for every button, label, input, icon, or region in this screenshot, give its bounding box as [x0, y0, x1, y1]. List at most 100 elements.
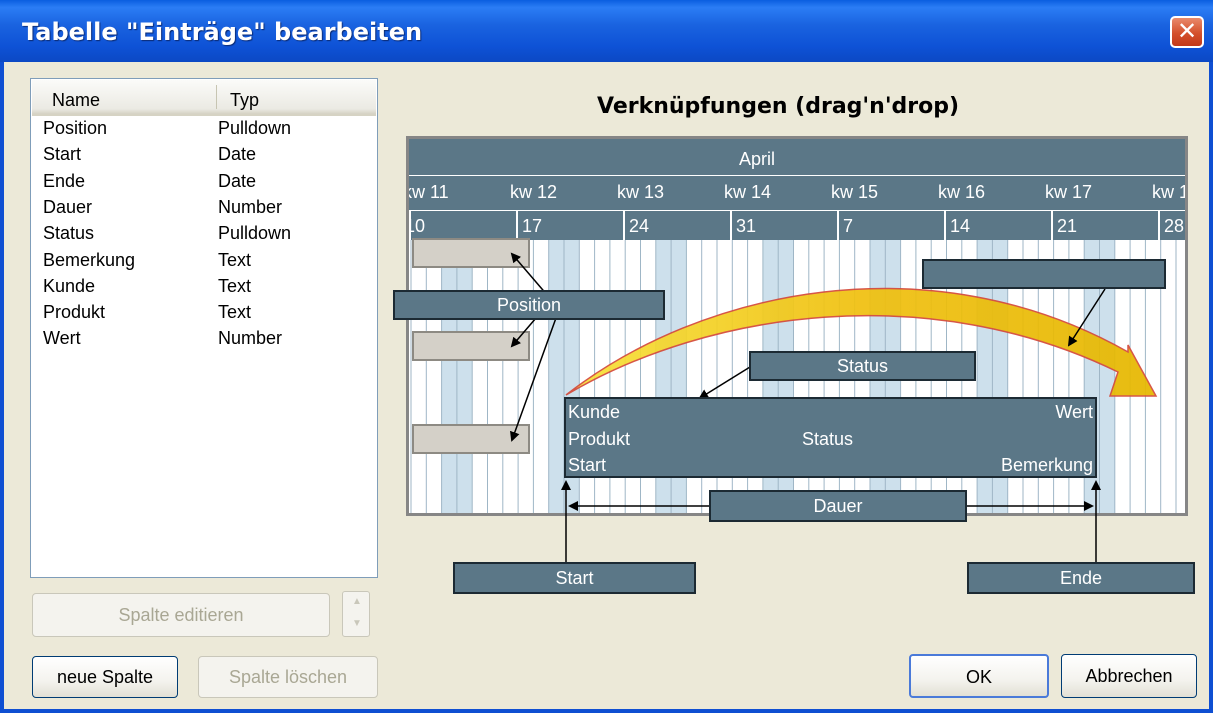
month-label: April	[739, 149, 776, 169]
column-row-position[interactable]: Position Pulldown	[43, 118, 373, 144]
day-tick	[623, 211, 625, 240]
header-name[interactable]: Name	[52, 90, 100, 111]
status-label: Status	[836, 356, 889, 376]
week-label: kw 15	[831, 182, 879, 202]
day-label: 24	[629, 216, 650, 236]
ok-button[interactable]: OK	[909, 654, 1049, 698]
column-row-produkt[interactable]: Produkt Text	[43, 302, 373, 328]
bar-field-status: Status	[802, 429, 854, 449]
day-label: 17	[522, 216, 543, 236]
field-label-start[interactable]: Start	[453, 562, 696, 594]
new-column-button[interactable]: neue Spalte	[32, 656, 178, 698]
week-label: kw 12	[510, 182, 558, 202]
cancel-label: Abbrechen	[1085, 666, 1173, 686]
bar-field-bemerkung: Bemerkung	[1000, 455, 1093, 475]
day-tick	[1158, 211, 1160, 240]
delete-column-label: Spalte löschen	[228, 667, 348, 687]
week-label: kw 11	[406, 182, 449, 202]
diagram-title: Verknüpfungen (drag'n'drop)	[597, 94, 960, 119]
column-row-dauer[interactable]: Dauer Number	[43, 197, 373, 223]
position-label: Position	[496, 295, 562, 315]
day-label: 7	[843, 216, 854, 236]
title-bar[interactable]: Tabelle "Einträge" bearbeiten ✕	[0, 0, 1213, 62]
column-type: Text	[218, 275, 252, 296]
day-label: 14	[950, 216, 971, 236]
window-frame-right	[1209, 62, 1213, 713]
column-name: Kunde	[43, 275, 96, 296]
header-divider[interactable]	[216, 85, 217, 109]
column-row-ende[interactable]: Ende Date	[43, 171, 373, 197]
dauer-label: Dauer	[813, 496, 863, 516]
weekend-band	[441, 240, 457, 513]
week-label: kw 14	[724, 182, 772, 202]
column-list[interactable]: Name Typ Position Pulldown Start Date Ende Da…	[30, 78, 378, 578]
column-list-header: Name Typ	[32, 80, 376, 116]
week-label: kw 18	[1152, 182, 1185, 202]
column-type: Pulldown	[218, 118, 292, 138]
day-tick	[730, 211, 732, 240]
column-type: Pulldown	[218, 223, 292, 244]
edit-column-label: Spalte editieren	[118, 605, 244, 625]
day-label: 31	[736, 216, 757, 236]
weekend-band	[548, 240, 564, 513]
column-name: Start	[43, 144, 82, 165]
close-icon: ✕	[1176, 17, 1198, 45]
edit-column-button[interactable]: Spalte editieren	[32, 593, 330, 637]
field-drop-target[interactable]	[922, 259, 1166, 289]
window-title: Tabelle "Einträge" bearbeiten	[22, 18, 423, 46]
day-tick	[944, 211, 946, 240]
start-label: Start	[555, 568, 594, 588]
column-type: Date	[218, 144, 257, 165]
delete-column-button[interactable]: Spalte löschen	[198, 656, 378, 698]
column-row-status[interactable]: Status Pulldown	[43, 223, 373, 249]
position-placeholder-bar[interactable]	[412, 238, 530, 268]
day-label: 28	[1164, 216, 1185, 236]
field-label-ende[interactable]: Ende	[967, 562, 1195, 594]
day-header: 10 17 24 31 7 14 21 28	[406, 211, 1185, 240]
ok-label: OK	[965, 667, 992, 687]
column-row-kunde[interactable]: Kunde Text	[43, 276, 373, 302]
column-name: Ende	[43, 170, 86, 191]
bar-field-wert: Wert	[1055, 402, 1093, 422]
weekend-band	[456, 240, 473, 513]
month-header: April	[409, 139, 1185, 175]
week-label: kw 16	[938, 182, 986, 202]
column-name: Produkt	[43, 302, 106, 323]
field-label-status[interactable]: Status	[749, 351, 976, 381]
ende-label: Ende	[1059, 568, 1103, 588]
column-name: Dauer	[43, 196, 93, 217]
sample-entry-bar[interactable]: Kunde Produkt Start Status Wert Bemerkun…	[564, 397, 1097, 478]
spin-down-icon[interactable]: ▼	[352, 618, 362, 629]
cancel-button[interactable]: Abbrechen	[1061, 654, 1197, 698]
day-tick	[837, 211, 839, 240]
column-name: Status	[43, 223, 95, 244]
bar-field-start: Start	[568, 455, 607, 475]
position-placeholder-bar[interactable]	[412, 331, 530, 361]
column-row-start[interactable]: Start Date	[43, 144, 373, 170]
day-label: 10	[406, 216, 426, 236]
header-typ[interactable]: Typ	[230, 90, 259, 111]
window-frame-bottom	[0, 709, 1213, 713]
day-tick	[1051, 211, 1053, 240]
column-type: Number	[218, 196, 283, 217]
column-row-bemerkung[interactable]: Bemerkung Text	[43, 250, 373, 276]
day-tick	[516, 211, 518, 240]
bar-field-kunde: Kunde	[568, 402, 621, 422]
column-name: Position	[43, 118, 108, 138]
week-header: kw 11 kw 12 kw 13 kw 14 kw 15 kw 16 kw 17 kw 18	[406, 176, 1185, 210]
bar-field-produkt: Produkt	[568, 429, 631, 449]
close-button[interactable]: ✕	[1170, 16, 1204, 48]
week-label: kw 13	[617, 182, 665, 202]
column-type: Date	[218, 170, 257, 191]
field-label-dauer[interactable]: Dauer	[709, 490, 967, 522]
field-label-position[interactable]: Position	[393, 290, 665, 320]
column-type: Number	[218, 328, 283, 349]
spin-up-icon[interactable]: ▲	[352, 596, 362, 607]
position-placeholder-bar[interactable]	[412, 424, 530, 454]
day-label: 21	[1057, 216, 1078, 236]
column-name: Wert	[43, 328, 81, 349]
dialog-window: Tabelle "Einträge" bearbeiten ✕ Name Typ…	[0, 0, 1213, 713]
new-column-label: neue Spalte	[56, 667, 154, 687]
column-order-spinner[interactable]: ▲ ▼	[342, 591, 370, 637]
column-row-wert[interactable]: Wert Number	[43, 328, 373, 354]
